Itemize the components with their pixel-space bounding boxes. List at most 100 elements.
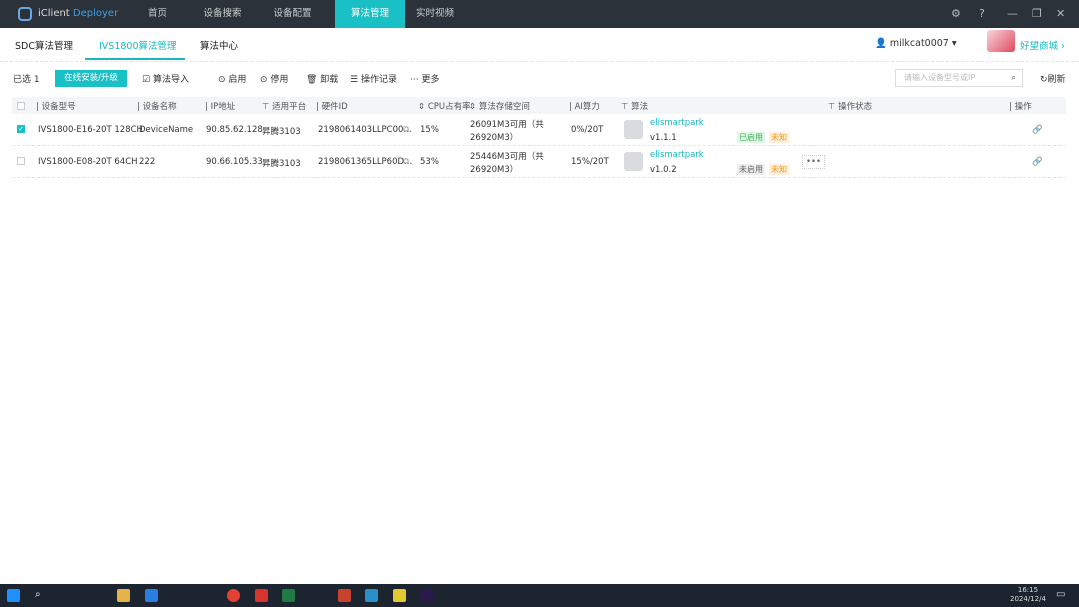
taskbar [0,584,1079,607]
search-placeholder: 请输入设备型号或IP [904,73,976,82]
wps-icon[interactable] [255,589,268,602]
ai-capacity: 15%/20T [571,157,609,167]
nav-algorithm-management[interactable]: 算法管理 [335,0,405,28]
disable-button[interactable]: ⊙ 停用 [260,72,288,85]
start-icon[interactable] [7,589,20,602]
disabled-badge: 未启用 [737,164,765,175]
select-all-checkbox[interactable] [17,102,25,110]
col-model[interactable]: | 设备型号 [36,100,76,112]
storage-line1: 26091M3可用（共 [470,120,544,130]
excel-icon[interactable] [282,589,295,602]
more-button[interactable]: ··· 更多 [410,72,439,85]
col-status[interactable]: ⊤ 操作状态 [828,100,872,112]
link-icon[interactable]: 🔗 [1032,125,1043,135]
col-cpu[interactable]: ⇕ CPU占有率 [418,100,471,112]
col-label: IP地址 [210,102,236,112]
device-model: IVS1800-E16-20T 128CH [38,125,143,135]
copy-icon[interactable]: ⧉ [403,125,409,135]
refresh-button[interactable]: ↻刷新 [1040,72,1066,85]
ip-address: 90.85.62.128 [206,125,263,135]
refresh-label: 刷新 [1047,75,1066,85]
tab-algorithm-center[interactable]: 算法中心 [200,38,238,52]
ai-capacity: 0%/20T [571,125,604,135]
state-badge: 未知 [769,164,789,175]
clock-time: 16:15 [1017,586,1039,594]
search-input[interactable]: 请输入设备型号或IP ⌕ [895,69,1023,87]
col-label: 操作 [1014,102,1032,112]
copy-icon[interactable]: ⧉ [403,157,409,167]
col-ip[interactable]: | IP地址 [205,100,235,112]
tab-ivs1800[interactable]: IVS1800算法管理 [99,38,177,52]
import-label: 算法导入 [152,75,189,85]
enabled-badge: 已启用 [737,132,765,143]
chrome-icon[interactable] [227,589,240,602]
nav-device-search[interactable]: 设备搜索 [190,0,255,28]
system-clock[interactable]: 16:15 2024/12/4 [1010,586,1046,604]
disable-label: 停用 [270,75,289,85]
app-icon[interactable] [393,589,406,602]
title-bar: iClient Deployer 首页 设备搜索 设备配置 算法管理 实时视频 … [0,0,1079,28]
storage-line2: 26920M3） [470,133,519,143]
help-icon[interactable]: ? [979,7,985,20]
platform: 昇腾3103 [262,127,301,137]
algorithm-icon [624,120,643,139]
import-button[interactable]: ☑ 算法导入 [142,72,189,85]
shop-link[interactable]: 好望商城 › [1020,38,1065,52]
algorithm-link[interactable]: elismartpark [650,118,704,128]
notification-icon[interactable]: ▭ [1056,589,1069,602]
col-ai[interactable]: | AI算力 [569,100,600,112]
more-actions-button[interactable]: ••• [802,155,826,169]
user-menu[interactable]: 👤 milkcat0007 ▾ [875,38,957,49]
nav-live-video[interactable]: 实时视频 [405,0,465,28]
col-actions: | 操作 [1009,102,1032,112]
col-storage[interactable]: ⇕ 算法存储空间 [469,100,530,112]
link-icon[interactable]: 🔗 [1032,157,1043,167]
col-algorithm[interactable]: ⊤ 算法 [621,100,648,112]
tab-sdc[interactable]: SDC算法管理 [15,38,73,52]
maximize-icon[interactable]: ❐ [1032,7,1042,20]
uninstall-button[interactable]: 🗑 卸载 [306,72,338,85]
ip-address: 90.66.105.33 [206,157,263,167]
app-name: iClient Deployer [38,8,118,19]
search-icon[interactable]: ⌕ [35,589,48,602]
install-upgrade-button[interactable]: 在线安装/升级 [55,70,127,87]
app-logo-icon [18,7,32,21]
storage-line2: 26920M3） [470,165,519,175]
state-badge: 未知 [769,132,789,143]
app-icon[interactable] [365,589,378,602]
powerpoint-icon[interactable] [338,589,351,602]
col-name[interactable]: | 设备名称 [137,100,177,112]
uninstall-label: 卸载 [320,75,339,85]
device-name: DeviceName [139,125,194,135]
nav-home[interactable]: 首页 [130,0,185,28]
nav-device-config[interactable]: 设备配置 [260,0,325,28]
row-checkbox[interactable]: ✓ [17,125,25,133]
col-label: 操作状态 [838,102,873,112]
algorithm-link[interactable]: elismartpark [650,150,704,160]
enable-button[interactable]: ⊙ 启用 [218,72,246,85]
device-model: IVS1800-E08-20T 64CH [38,157,138,167]
username: milkcat0007 [889,38,949,49]
algorithm-version: v1.0.2 [650,165,677,175]
edge-icon[interactable] [145,589,158,602]
operation-log-button[interactable]: ☰ 操作记录 [350,72,397,85]
col-label: 设备名称 [142,102,177,112]
gear-icon[interactable]: ⚙ [951,7,961,20]
col-platform[interactable]: ⊤ 适用平台 [262,100,306,112]
close-icon[interactable]: ✕ [1056,7,1065,20]
algorithm-icon [624,152,643,171]
row-checkbox[interactable] [17,157,25,165]
user-icon: 👤 [875,38,890,49]
col-label: AI算力 [574,102,600,112]
premiere-icon[interactable] [420,589,433,602]
minimize-icon[interactable]: — [1007,7,1018,20]
col-label: 硬件ID [321,102,348,112]
platform: 昇腾3103 [262,159,301,169]
explorer-icon[interactable] [117,589,130,602]
col-label: 适用平台 [272,102,307,112]
device-name: 222 [139,157,156,167]
search-icon[interactable]: ⌕ [1012,70,1016,86]
storage-line1: 25446M3可用（共 [470,152,544,162]
col-hwid[interactable]: | 硬件ID [316,100,348,112]
log-label: 操作记录 [360,75,397,85]
